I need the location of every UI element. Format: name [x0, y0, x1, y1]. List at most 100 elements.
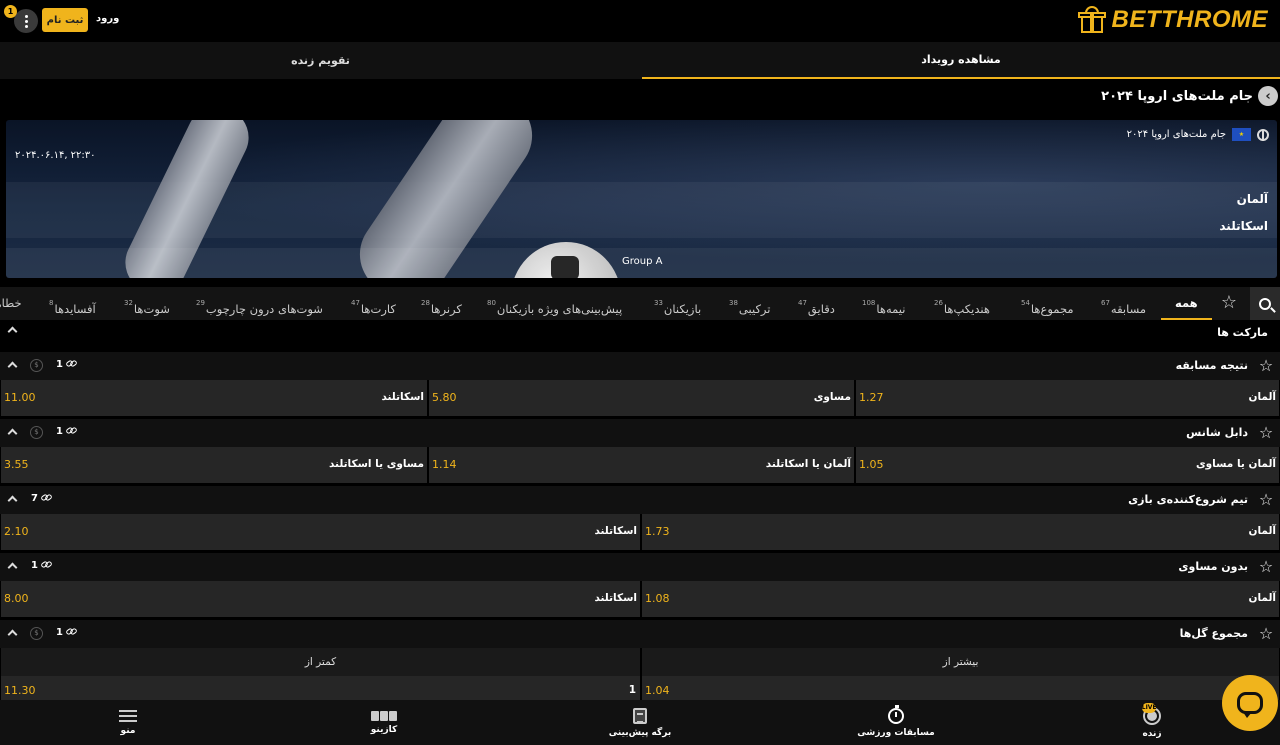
chevron-up-icon[interactable] — [6, 493, 20, 507]
totals-header-row: کمتر از بیشتر از — [0, 648, 1280, 676]
tab-cards[interactable]: 47کارت‌ها — [351, 287, 396, 320]
tab-label: مجموع‌ها — [1030, 302, 1074, 316]
tab-live-calendar[interactable]: تقویم زنده — [0, 42, 641, 79]
star-icon[interactable]: ☆ — [1256, 356, 1276, 376]
star-icon[interactable]: ☆ — [1256, 624, 1276, 644]
odds-cell[interactable]: مساوی یا اسکاتلند 3.55 — [0, 447, 428, 483]
login-link[interactable]: ورود — [96, 13, 119, 24]
tab-match[interactable]: 67مسابقه — [1101, 287, 1146, 320]
competition-header: جام ملت‌های اروپا ۲۰۲۴ ‹ — [0, 82, 1280, 110]
tab-label: هندیکپ‌ها — [943, 302, 990, 316]
nav-label: برگه پیش‌بینی — [608, 727, 672, 738]
total-line: 1 — [628, 684, 636, 696]
group-label: Group A — [622, 256, 663, 267]
odds-cell[interactable]: مساوی 5.80 — [428, 380, 855, 416]
tab-count: 47 — [351, 299, 360, 307]
odds-row: اسکاتلند 8.00 آلمان 1.08 — [0, 581, 1280, 617]
market-title: مجموع گل‌ها — [1179, 627, 1248, 640]
tab-count: 26 — [934, 299, 943, 307]
info-icon[interactable]: $ — [30, 426, 43, 439]
chat-bubble-icon — [1237, 692, 1263, 718]
over-header: بیشتر از — [641, 648, 1280, 676]
outcome-name: آلمان یا مساوی — [1196, 458, 1276, 470]
under-odds: 11.30 — [4, 684, 36, 697]
star-icon[interactable]: ☆ — [1256, 423, 1276, 443]
tab-shots-on-target[interactable]: 29شوت‌های درون چارچوب — [196, 287, 323, 320]
star-icon[interactable]: ☆ — [1256, 490, 1276, 510]
outcome-odds: 5.80 — [432, 391, 457, 404]
outcome-name: آلمان — [1248, 592, 1277, 604]
market-title: تیم شروع‌کننده‌ی بازی — [1128, 493, 1248, 506]
outcome-odds: 1.73 — [645, 525, 670, 538]
tab-corners[interactable]: 28کرنرها — [421, 287, 462, 320]
tab-count: 33 — [654, 299, 663, 307]
market-category-tabs: ☆ همه 67مسابقه 54مجموع‌ها 26هندیکپ‌ها 10… — [0, 287, 1280, 320]
tab-halves[interactable]: 108نیمه‌ها — [862, 287, 905, 320]
logo-text: BETTHROME — [1111, 6, 1268, 33]
odds-cell[interactable]: اسکاتلند 8.00 — [0, 581, 641, 617]
chat-button[interactable] — [1222, 675, 1278, 731]
nav-sports[interactable]: مسابقات ورزشی — [768, 700, 1024, 745]
tab-player-specials[interactable]: 80پیش‌بینی‌های ویژه بازیکنان — [487, 287, 622, 320]
odds-cell[interactable]: اسکاتلند 2.10 — [0, 514, 641, 550]
over-odds-cell[interactable]: 1.04 — [641, 676, 1280, 702]
slot-machine-icon — [371, 710, 397, 721]
tab-shots[interactable]: 32شوت‌ها — [124, 287, 170, 320]
tab-count: 28 — [421, 299, 430, 307]
tab-all[interactable]: همه — [1161, 287, 1212, 320]
tab-label: آفسایدها — [54, 302, 96, 316]
back-arrow-icon[interactable]: ‹ — [1258, 86, 1278, 106]
more-menu-button[interactable] — [14, 9, 38, 33]
market-count: 1 — [56, 627, 63, 638]
star-icon[interactable]: ☆ — [1256, 557, 1276, 577]
tab-label: مسابقه — [1110, 302, 1147, 316]
outcome-name: آلمان — [1248, 391, 1277, 403]
search-button[interactable] — [1250, 287, 1280, 320]
search-icon — [1259, 297, 1271, 310]
chevron-up-icon[interactable] — [6, 426, 20, 440]
odds-cell[interactable]: آلمان 1.27 — [855, 380, 1280, 416]
odds-cell[interactable]: آلمان یا مساوی 1.05 — [855, 447, 1280, 483]
chevron-up-icon[interactable] — [6, 627, 20, 641]
outcome-odds: 1.05 — [859, 458, 884, 471]
tab-fouls[interactable]: خطاها — [0, 287, 22, 320]
market-header[interactable]: 1 بدون مساوی ☆ — [0, 553, 1280, 581]
odds-cell[interactable]: اسکاتلند 11.00 — [0, 380, 428, 416]
odds-row: مساوی یا اسکاتلند 3.55 آلمان یا اسکاتلند 1… — [0, 447, 1280, 483]
favorites-star-icon[interactable]: ☆ — [1217, 291, 1241, 315]
tab-combo[interactable]: 38ترکیبی — [729, 287, 770, 320]
tab-handicaps[interactable]: 26هندیکپ‌ها — [934, 287, 990, 320]
tab-label: دقایق — [807, 302, 835, 316]
info-icon[interactable]: $ — [30, 359, 43, 372]
register-button[interactable]: ثبت نام — [42, 8, 88, 32]
nav-casino[interactable]: کازینو — [256, 700, 512, 745]
collapse-markets-icon[interactable] — [6, 324, 20, 338]
odds-row: اسکاتلند 2.10 آلمان 1.73 — [0, 514, 1280, 550]
tab-totals[interactable]: 54مجموع‌ها — [1021, 287, 1074, 320]
tab-players[interactable]: 33بازیکنان — [654, 287, 701, 320]
stopwatch-icon — [888, 704, 904, 724]
chevron-up-icon[interactable] — [6, 359, 20, 373]
outcome-odds: 3.55 — [4, 458, 29, 471]
odds-cell[interactable]: آلمان 1.73 — [641, 514, 1280, 550]
odds-cell[interactable]: آلمان 1.08 — [641, 581, 1280, 617]
market-header[interactable]: $ 1 مجموع گل‌ها ☆ — [0, 620, 1280, 648]
chevron-up-icon[interactable] — [6, 560, 20, 574]
market-header[interactable]: $ 1 دابل شانس ☆ — [0, 419, 1280, 447]
odds-cell[interactable]: آلمان یا اسکاتلند 1.14 — [428, 447, 855, 483]
globe-icon — [1257, 128, 1269, 141]
tab-event-view[interactable]: مشاهده رویداد — [642, 42, 1280, 79]
tab-minutes[interactable]: 47دقایق — [798, 287, 835, 320]
totals-odds-row: 11.30 1 1.04 — [0, 676, 1280, 702]
tab-count: 38 — [729, 299, 738, 307]
tab-offsides[interactable]: 8آفسایدها — [49, 287, 96, 320]
market-header[interactable]: 7 تیم شروع‌کننده‌ی بازی ☆ — [0, 486, 1280, 514]
nav-menu[interactable]: منو — [0, 700, 256, 745]
nav-bet-slip[interactable]: برگه پیش‌بینی — [512, 700, 768, 745]
logo[interactable]: BETTHROME — [1077, 6, 1269, 34]
notification-badge: 1 — [4, 5, 17, 18]
info-icon[interactable]: $ — [30, 627, 43, 640]
under-odds-cell[interactable]: 11.30 1 — [0, 676, 641, 702]
market-header[interactable]: $ 1 نتیجه مسابقه ☆ — [0, 352, 1280, 380]
market-count: 1 — [56, 426, 63, 437]
